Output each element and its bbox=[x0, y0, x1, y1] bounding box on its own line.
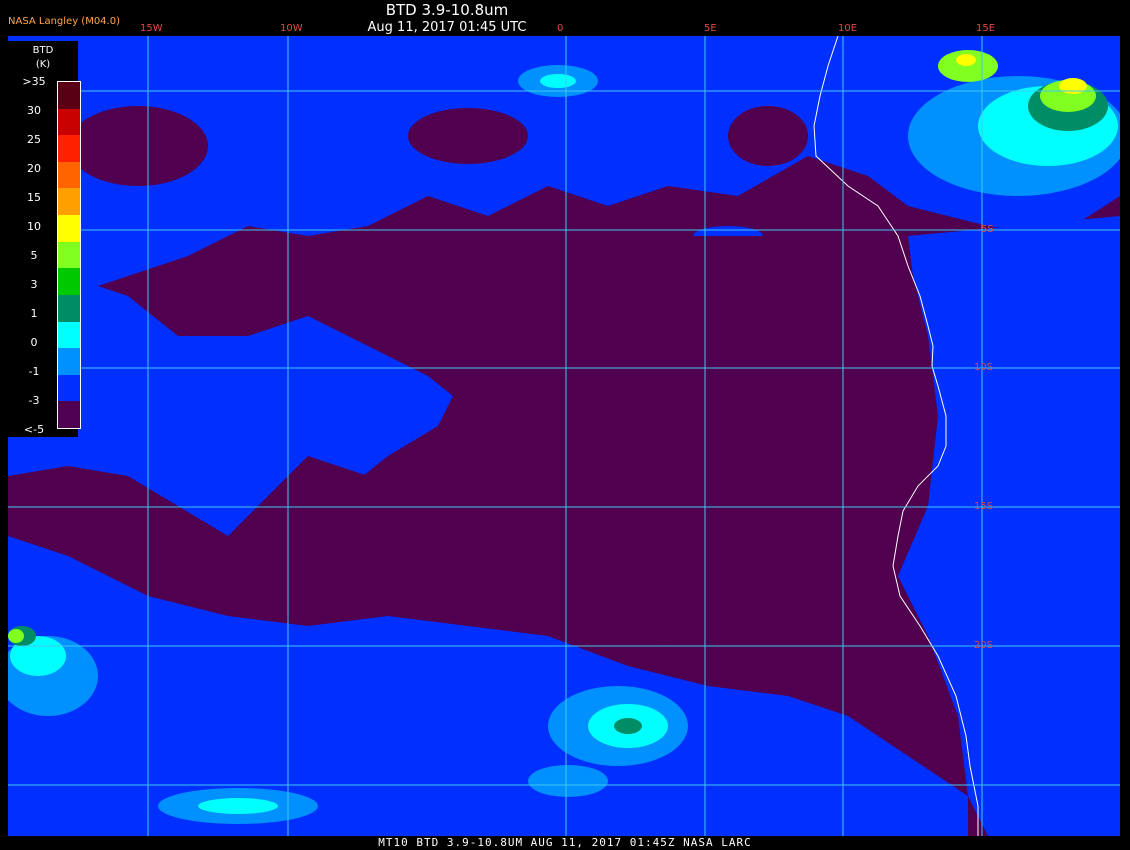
legend-swatch bbox=[58, 268, 80, 296]
legend-swatch bbox=[58, 374, 80, 402]
color-legend: BTD (K) >35 30 25 20 15 10 5 3 1 0 -1 -3 <-5 bbox=[8, 41, 81, 437]
legend-label: 10 bbox=[27, 220, 41, 233]
legend-label: 0 bbox=[30, 336, 38, 349]
lon-label-15w: 15W bbox=[140, 23, 163, 34]
legend-swatch bbox=[58, 294, 80, 323]
lon-label-10e: 10E bbox=[838, 23, 858, 34]
legend-label: 5 bbox=[30, 249, 38, 262]
legend-unit: (K) bbox=[35, 59, 51, 70]
legend-swatch bbox=[58, 215, 80, 243]
lon-label-5e: 5E bbox=[704, 23, 717, 34]
legend-swatch bbox=[58, 135, 80, 163]
legend-swatch bbox=[58, 321, 80, 349]
legend-label: -1 bbox=[28, 365, 40, 378]
lon-label-15e: 15E bbox=[976, 23, 996, 34]
legend-swatch bbox=[58, 188, 80, 216]
legend-swatch bbox=[58, 161, 80, 189]
image-timestamp: Aug 11, 2017 01:45 UTC bbox=[367, 20, 527, 35]
lat-label-5s: 5S bbox=[981, 224, 994, 235]
legend-label: 30 bbox=[27, 104, 41, 117]
lon-label-10w: 10W bbox=[280, 23, 303, 34]
legend-title: BTD bbox=[32, 45, 54, 56]
legend-swatch bbox=[58, 348, 80, 376]
legend-label: <-5 bbox=[23, 423, 45, 436]
legend-label: 20 bbox=[27, 162, 41, 175]
legend-label: >35 bbox=[22, 75, 46, 88]
btd-satellite-image bbox=[8, 36, 1120, 836]
lat-label-15s: 15S bbox=[974, 501, 994, 512]
legend-label: 25 bbox=[27, 133, 41, 146]
image-title: BTD 3.9-10.8um bbox=[385, 1, 509, 19]
legend-label: 3 bbox=[30, 278, 38, 291]
legend-label: -3 bbox=[28, 394, 40, 407]
credit-label: NASA Langley (M04.0) bbox=[8, 16, 120, 27]
lat-label-10s: 10S bbox=[974, 362, 994, 373]
legend-label: 15 bbox=[27, 191, 41, 204]
legend-swatch bbox=[58, 401, 80, 429]
legend-swatch bbox=[58, 82, 80, 110]
lon-label-0: 0 bbox=[557, 23, 564, 34]
legend-swatch bbox=[58, 108, 80, 136]
legend-swatch bbox=[58, 241, 80, 269]
lat-label-20s: 20S bbox=[974, 640, 994, 651]
legend-label: 1 bbox=[30, 307, 38, 320]
legend-color-bar bbox=[57, 81, 81, 429]
footer-caption: MT10 BTD 3.9-10.8UM AUG 11, 2017 01:45Z … bbox=[378, 836, 752, 849]
